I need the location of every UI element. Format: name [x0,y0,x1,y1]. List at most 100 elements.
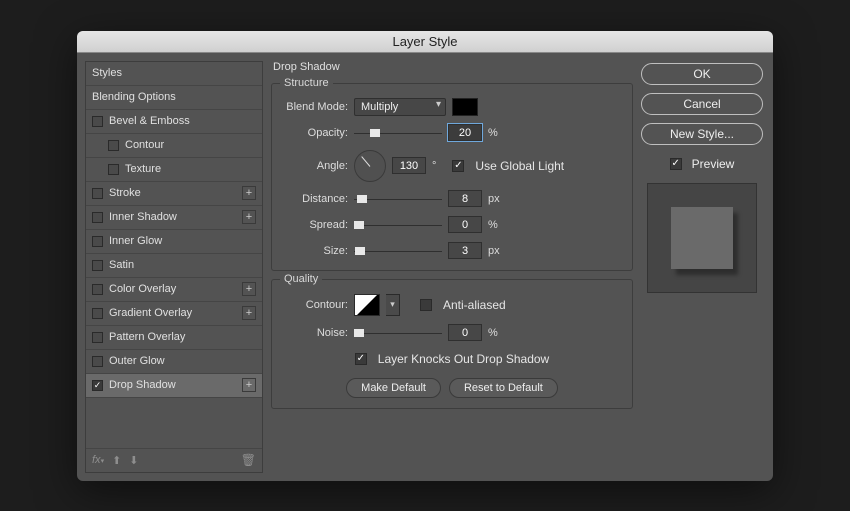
make-default-button[interactable]: Make Default [346,378,441,398]
reset-default-button[interactable]: Reset to Default [449,378,558,398]
angle-unit: ° [432,160,436,172]
contour-picker[interactable] [354,294,380,316]
contour-chevron-icon[interactable]: ▾ [386,294,400,316]
knocks-out-checkbox[interactable] [355,353,367,365]
style-item-texture[interactable]: Texture [86,158,262,182]
style-item-label: Inner Glow [109,235,162,247]
style-item-stroke[interactable]: Stroke + [86,182,262,206]
cancel-button[interactable]: Cancel [641,93,763,115]
blending-options[interactable]: Blending Options [86,86,262,110]
opacity-unit: % [488,127,498,139]
style-item-inner-shadow[interactable]: Inner Shadow + [86,206,262,230]
size-label: Size: [282,245,348,257]
contour-label: Contour: [282,299,348,311]
style-item-pattern-overlay[interactable]: Pattern Overlay [86,326,262,350]
ok-button[interactable]: OK [641,63,763,85]
distance-unit: px [488,193,500,205]
style-item-label: Gradient Overlay [109,307,192,319]
style-item-contour[interactable]: Contour [86,134,262,158]
style-item-label: Bevel & Emboss [109,115,190,127]
size-unit: px [488,245,500,257]
anti-aliased-label: Anti-aliased [443,298,506,312]
opacity-input[interactable] [448,124,482,141]
style-checkbox[interactable] [92,284,103,295]
plus-icon[interactable]: + [242,210,256,224]
blend-mode-select[interactable]: Multiply [354,98,446,116]
noise-slider[interactable] [354,326,442,340]
angle-label: Angle: [282,160,348,172]
opacity-label: Opacity: [282,127,348,139]
style-item-satin[interactable]: Satin [86,254,262,278]
global-light-checkbox[interactable] [452,160,464,172]
preview-layer [671,207,733,269]
settings-panel: Drop Shadow Structure Blend Mode: Multip… [271,61,633,473]
noise-unit: % [488,327,498,339]
style-item-label: Pattern Overlay [109,331,185,343]
style-checkbox[interactable] [92,116,103,127]
style-item-drop-shadow[interactable]: Drop Shadow + [86,374,262,398]
opacity-slider[interactable] [354,126,442,140]
structure-legend: Structure [280,77,333,89]
layer-style-dialog: Layer Style Styles Blending Options Beve… [77,31,773,481]
style-checkbox[interactable] [92,380,103,391]
dialog-title: Layer Style [77,31,773,53]
style-checkbox[interactable] [92,332,103,343]
panel-title: Drop Shadow [273,61,633,73]
quality-fieldset: Quality Contour: ▾ Anti-aliased Noise: % [271,279,633,409]
noise-label: Noise: [282,327,348,339]
style-checkbox[interactable] [92,236,103,247]
size-slider[interactable] [354,244,442,258]
style-checkbox[interactable] [92,188,103,199]
size-input[interactable] [448,242,482,259]
style-item-inner-glow[interactable]: Inner Glow [86,230,262,254]
styles-panel: Styles Blending Options Bevel & Emboss Co… [85,61,263,473]
style-item-gradient-overlay[interactable]: Gradient Overlay + [86,302,262,326]
style-item-label: Stroke [109,187,141,199]
shadow-color-swatch[interactable] [452,98,478,116]
spread-input[interactable] [448,216,482,233]
style-item-bevel-emboss[interactable]: Bevel & Emboss [86,110,262,134]
fx-icon[interactable]: fx▾ [92,454,104,466]
move-down-icon[interactable]: ⬇ [129,454,138,467]
style-item-label: Outer Glow [109,355,165,367]
noise-input[interactable] [448,324,482,341]
quality-legend: Quality [280,273,322,285]
style-item-outer-glow[interactable]: Outer Glow [86,350,262,374]
styles-header[interactable]: Styles [86,62,262,86]
style-checkbox[interactable] [92,260,103,271]
style-checkbox[interactable] [92,308,103,319]
preview-checkbox[interactable] [670,158,682,170]
anti-aliased-checkbox[interactable] [420,299,432,311]
style-checkbox[interactable] [92,212,103,223]
style-item-label: Contour [125,139,164,151]
style-checkbox[interactable] [92,356,103,367]
move-up-icon[interactable]: ⬆ [112,454,121,467]
angle-input[interactable] [392,157,426,174]
plus-icon[interactable]: + [242,306,256,320]
spread-label: Spread: [282,219,348,231]
style-checkbox[interactable] [108,140,119,151]
structure-fieldset: Structure Blend Mode: Multiply Opacity: … [271,83,633,271]
spread-unit: % [488,219,498,231]
angle-dial[interactable] [354,150,386,182]
plus-icon[interactable]: + [242,282,256,296]
style-item-label: Drop Shadow [109,379,176,391]
style-item-color-overlay[interactable]: Color Overlay + [86,278,262,302]
style-item-label: Inner Shadow [109,211,177,223]
new-style-button[interactable]: New Style... [641,123,763,145]
trash-icon[interactable]: 🗑 [241,453,256,467]
style-item-label: Color Overlay [109,283,176,295]
distance-slider[interactable] [354,192,442,206]
style-checkbox[interactable] [108,164,119,175]
dialog-buttons: OK Cancel New Style... Preview [641,61,763,473]
distance-input[interactable] [448,190,482,207]
spread-slider[interactable] [354,218,442,232]
global-light-label: Use Global Light [475,159,564,173]
blend-mode-label: Blend Mode: [282,101,348,113]
plus-icon[interactable]: + [242,378,256,392]
preview-label: Preview [692,157,735,171]
style-item-label: Satin [109,259,134,271]
style-item-label: Texture [125,163,161,175]
knocks-out-label: Layer Knocks Out Drop Shadow [378,352,549,366]
plus-icon[interactable]: + [242,186,256,200]
